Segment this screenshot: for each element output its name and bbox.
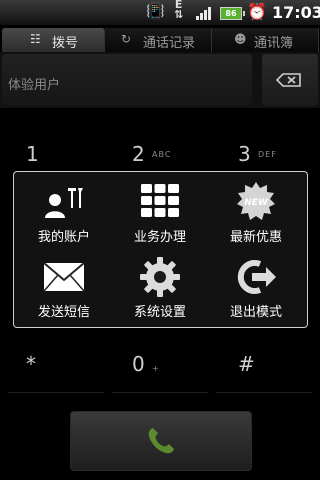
dialpad-icon: ☷ xyxy=(30,32,41,46)
network-type: E xyxy=(174,0,183,11)
menu-item-label: 退出模式 xyxy=(229,305,282,320)
menu-item-send-sms[interactable]: 发送短信 xyxy=(16,249,112,325)
dial-input-area: 体验用户 xyxy=(0,52,320,108)
call-button[interactable] xyxy=(70,411,252,471)
status-time: 17:03 xyxy=(272,3,320,22)
new-badge-text: NEW xyxy=(244,198,269,208)
menu-item-label: 我的账户 xyxy=(37,230,90,245)
key-digit: 3 xyxy=(238,142,251,166)
alarm-icon: ⏰ xyxy=(247,2,267,21)
menu-item-services[interactable]: 业务办理 xyxy=(112,174,208,250)
options-menu: 我的账户 业务办理 NEW 最新优惠 发送短信 系统设置 退出模式 xyxy=(13,171,308,328)
tab-label: 通话记录 xyxy=(143,36,196,51)
key-0[interactable]: 0 + xyxy=(132,350,228,394)
key-letters: ABC xyxy=(152,150,172,159)
signal-icon xyxy=(196,6,214,20)
key-divider xyxy=(112,392,208,393)
key-divider xyxy=(8,392,104,393)
key-letters: + xyxy=(152,364,160,373)
key-digit: 1 xyxy=(26,142,39,166)
tab-bar: ☷ 拨号 ↻ 通话记录 ☻ 通讯簿 xyxy=(0,25,320,52)
tab-contacts[interactable]: ☻ 通讯簿 xyxy=(212,28,319,52)
battery-level: 86 xyxy=(225,9,237,18)
gear-icon xyxy=(140,257,180,297)
vibrate-icon: 📳 xyxy=(146,2,165,20)
menu-item-label: 发送短信 xyxy=(37,305,90,320)
call-log-icon: ↻ xyxy=(121,32,132,46)
key-letters: DEF xyxy=(258,150,277,159)
menu-item-my-account[interactable]: 我的账户 xyxy=(16,174,112,250)
phone-icon xyxy=(148,428,174,454)
dial-input-placeholder: 体验用户 xyxy=(8,78,61,93)
menu-item-label: 系统设置 xyxy=(133,305,186,320)
backspace-button[interactable] xyxy=(262,54,318,106)
key-divider xyxy=(216,392,312,393)
menu-item-exit-mode[interactable]: 退出模式 xyxy=(208,249,304,325)
new-badge-icon: NEW xyxy=(237,182,275,220)
key-star[interactable]: * xyxy=(26,350,122,394)
status-bar: 📳 E ⇅ 86 ⏰ 17:03 xyxy=(0,0,320,25)
key-digit: # xyxy=(238,352,255,376)
dial-input[interactable]: 体验用户 xyxy=(2,54,252,106)
key-digit: * xyxy=(26,352,36,376)
battery-icon: 86 xyxy=(220,7,245,20)
tab-label: 通讯簿 xyxy=(254,36,294,51)
menu-item-label: 业务办理 xyxy=(133,230,186,245)
data-transfer-icon: E ⇅ xyxy=(174,0,184,21)
key-digit: 0 xyxy=(132,352,145,376)
key-digit: 2 xyxy=(132,142,145,166)
envelope-icon xyxy=(43,262,85,292)
menu-item-label: 最新优惠 xyxy=(229,230,282,245)
tab-label: 拨号 xyxy=(52,36,79,51)
contacts-icon: ☻ xyxy=(234,32,247,46)
menu-item-system-settings[interactable]: 系统设置 xyxy=(112,249,208,325)
grid-icon xyxy=(141,184,179,217)
menu-item-latest-offers[interactable]: NEW 最新优惠 xyxy=(208,174,304,250)
tab-call-log[interactable]: ↻ 通话记录 xyxy=(105,28,212,52)
backspace-icon xyxy=(276,73,301,87)
exit-icon xyxy=(237,260,276,294)
tab-dialpad[interactable]: ☷ 拨号 xyxy=(2,28,105,52)
key-hash[interactable]: # xyxy=(238,350,320,394)
account-settings-icon xyxy=(45,188,83,218)
